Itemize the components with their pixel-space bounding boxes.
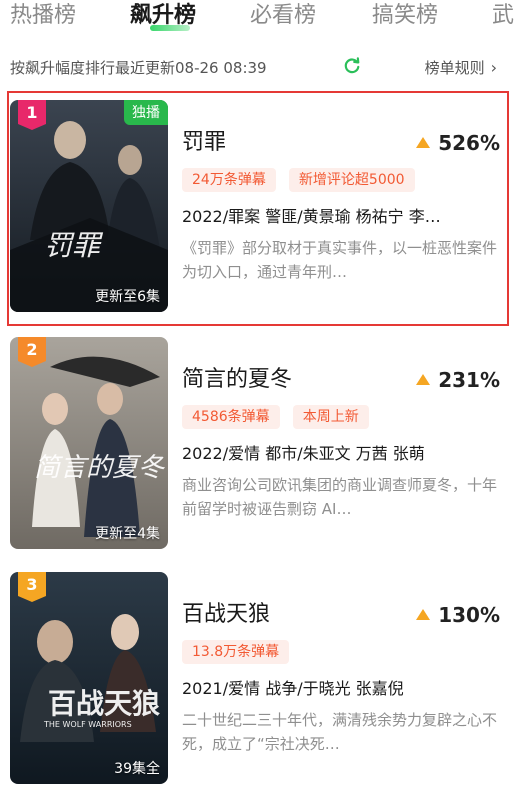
episode-status: 更新至4集 (95, 526, 160, 542)
list-item[interactable]: 百战天狼 THE WOLF WARRIORS 3 39集全 百战天狼 130% … (10, 572, 510, 788)
poster-image (10, 337, 168, 549)
exclusive-badge: 独播 (124, 100, 168, 125)
tab-rising[interactable]: 飙升榜 (130, 0, 196, 32)
poster-title-art: 罚罪 (44, 229, 101, 262)
tab-hot[interactable]: 热播榜 (10, 0, 76, 32)
poster-title-art: 简言的夏冬 (34, 453, 165, 483)
rise-value: 231% (438, 368, 500, 392)
poster[interactable]: 罚罪 1 独播 更新至6集 (10, 100, 168, 312)
show-meta: 2022/爱情 都市/朱亚文 万茜 张萌 (182, 444, 425, 463)
up-triangle-icon (416, 137, 431, 148)
show-meta: 2022/罪案 警匪/黄景瑜 杨祐宁 李… (182, 207, 441, 226)
rank-badge: 2 (18, 337, 46, 367)
ranking-rules-link[interactable]: 榜单规则 › (425, 57, 497, 78)
refresh-icon[interactable] (343, 57, 361, 75)
new-this-week-badge: 本周上新 (292, 405, 369, 429)
tab-must-watch[interactable]: 必看榜 (250, 0, 316, 32)
ranking-rules-label: 榜单规则 (424, 59, 485, 77)
poster-subtitle-art: THE WOLF WARRIORS (44, 720, 132, 729)
poster[interactable]: 简言的夏冬 2 更新至4集 (10, 337, 168, 549)
danmaku-count-badge: 13.8万条弹幕 (182, 640, 290, 664)
list-item[interactable]: 罚罪 1 独播 更新至6集 罚罪 526% 24万条弹幕 新增评论超5000 2… (7, 91, 510, 326)
active-tab-indicator (150, 25, 190, 31)
poster-image (10, 100, 168, 312)
poster-image (10, 572, 168, 784)
poster-title-art: 百战天狼 (48, 687, 161, 720)
episode-status: 更新至6集 (95, 289, 160, 305)
rise-percent: 526% (416, 128, 500, 158)
poster[interactable]: 百战天狼 THE WOLF WARRIORS 3 39集全 (10, 572, 168, 784)
tab-comedy[interactable]: 搞笑榜 (372, 0, 438, 32)
show-meta: 2021/爱情 战争/于晓光 张嘉倪 (182, 679, 404, 698)
list-item[interactable]: 简言的夏冬 2 更新至4集 简言的夏冬 231% 4586条弹幕 本周上新 20… (10, 337, 510, 553)
chevron-right-icon: › (490, 58, 497, 77)
up-triangle-icon (416, 374, 431, 385)
show-description: 《罚罪》部分取材于真实事件，以一桩恶性案件为切入口，通过青年刑… (182, 239, 498, 281)
rank-badge: 1 (18, 100, 46, 130)
rise-percent: 231% (416, 365, 500, 395)
tab-martial[interactable]: 武 (492, 0, 514, 32)
update-time-text: 按飙升幅度排行最近更新08-26 08:39 (10, 59, 267, 77)
danmaku-count-badge: 24万条弹幕 (182, 168, 276, 192)
category-tabs: 热播榜 飙升榜 必看榜 搞笑榜 武 (0, 0, 517, 44)
show-description: 二十世纪二三十年代，满清残余势力复辟之心不死，成立了“宗社决死… (182, 711, 498, 753)
show-description: 商业咨询公司欧讯集团的商业调查师夏冬，十年前留学时被诬告剽窃 AI… (182, 476, 498, 518)
rank-badge: 3 (18, 572, 46, 602)
episode-status: 39集全 (114, 761, 160, 777)
rise-percent: 130% (416, 600, 500, 630)
rise-value: 526% (438, 131, 500, 155)
up-triangle-icon (416, 609, 431, 620)
rise-value: 130% (438, 603, 500, 627)
ranking-info-bar: 按飙升幅度排行最近更新08-26 08:39 榜单规则 › (10, 55, 497, 81)
comment-badge: 新增评论超5000 (288, 168, 415, 192)
danmaku-count-badge: 4586条弹幕 (182, 405, 280, 429)
